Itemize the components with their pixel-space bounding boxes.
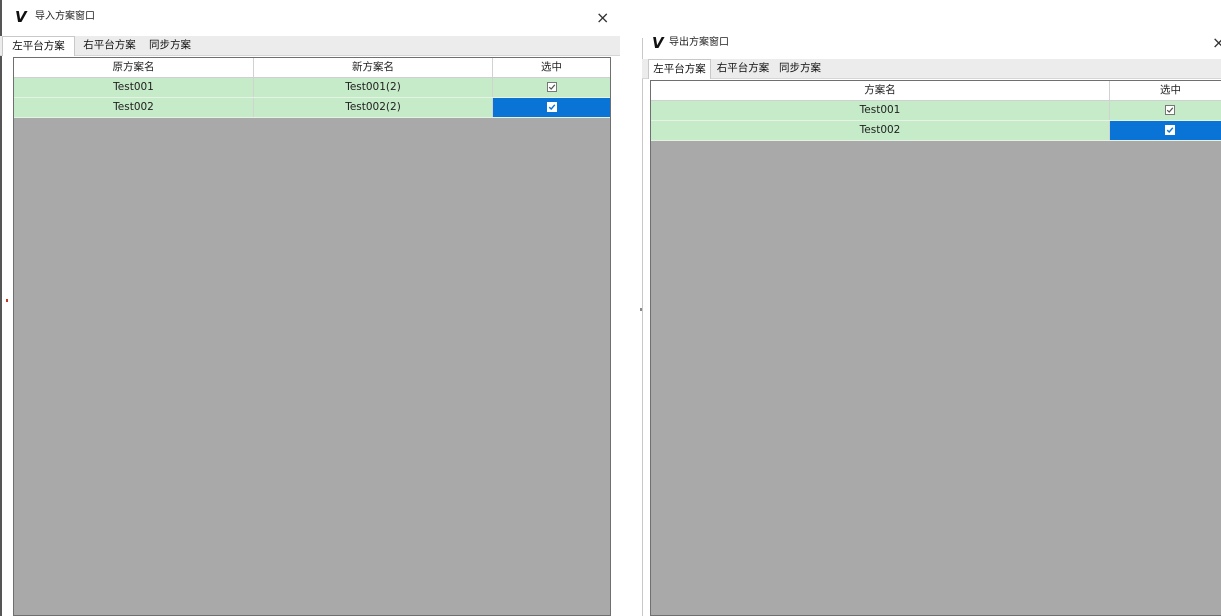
- v-logo-icon: V: [652, 34, 664, 52]
- table-row[interactable]: Test001: [651, 101, 1221, 121]
- column-header-original-name[interactable]: 原方案名: [14, 58, 254, 77]
- import-scheme-table: 原方案名 新方案名 选中 Test001 Test001(2) Test002 …: [13, 57, 611, 616]
- table-row[interactable]: Test001 Test001(2): [14, 78, 610, 98]
- scheme-name-cell[interactable]: Test001: [651, 101, 1110, 120]
- close-icon[interactable]: ×: [596, 10, 609, 26]
- table-row[interactable]: Test002: [651, 121, 1221, 141]
- scheme-name-cell[interactable]: Test002: [651, 121, 1110, 140]
- selected-cell[interactable]: [493, 78, 610, 97]
- tab-right-platform[interactable]: 右平台方案: [713, 59, 773, 78]
- new-name-cell[interactable]: Test002(2): [254, 98, 493, 117]
- checkbox-checked-icon[interactable]: [546, 82, 557, 92]
- v-logo-icon: V: [15, 8, 27, 26]
- close-icon[interactable]: ×: [1212, 35, 1221, 51]
- import-tab-bar: 左平台方案 右平台方案 同步方案: [0, 36, 620, 56]
- export-scheme-window: V 导出方案窗口 × 左平台方案 右平台方案 同步方案 方案名 选中 Test0…: [642, 28, 1221, 616]
- checkbox-checked-icon[interactable]: [1165, 105, 1175, 115]
- column-header-new-name[interactable]: 新方案名: [254, 58, 493, 77]
- import-window-title: 导入方案窗口: [35, 11, 95, 22]
- selected-cell[interactable]: [1110, 101, 1221, 120]
- window-left-edge: [0, 0, 2, 616]
- original-name-cell[interactable]: Test001: [14, 78, 254, 97]
- table-header: 方案名 选中: [651, 81, 1221, 101]
- column-header-selected[interactable]: 选中: [1110, 81, 1221, 100]
- tab-sync[interactable]: 同步方案: [144, 36, 196, 55]
- original-name-cell[interactable]: Test002: [14, 98, 254, 117]
- column-header-selected[interactable]: 选中: [493, 58, 610, 77]
- tab-sync[interactable]: 同步方案: [775, 59, 825, 78]
- edge-marker: [640, 308, 642, 311]
- tab-right-platform[interactable]: 右平台方案: [78, 36, 141, 55]
- edge-marker: [6, 299, 8, 302]
- column-header-scheme-name[interactable]: 方案名: [651, 81, 1110, 100]
- selected-cell[interactable]: [1110, 121, 1221, 140]
- checkbox-checked-icon[interactable]: [1165, 125, 1175, 135]
- import-window-titlebar[interactable]: V 导入方案窗口 ×: [0, 0, 620, 32]
- checkbox-checked-icon[interactable]: [546, 102, 557, 112]
- export-scheme-table: 方案名 选中 Test001 Test002: [650, 80, 1221, 616]
- selected-cell[interactable]: [493, 98, 610, 117]
- export-tab-bar: 左平台方案 右平台方案 同步方案: [642, 59, 1221, 79]
- tab-left-platform[interactable]: 左平台方案: [648, 59, 711, 79]
- tab-left-platform[interactable]: 左平台方案: [2, 36, 75, 56]
- window-left-edge: [642, 38, 643, 616]
- table-header: 原方案名 新方案名 选中: [14, 58, 610, 78]
- table-row[interactable]: Test002 Test002(2): [14, 98, 610, 118]
- export-window-title: 导出方案窗口: [669, 37, 729, 48]
- export-window-titlebar[interactable]: V 导出方案窗口 ×: [642, 28, 1221, 60]
- import-scheme-window: V 导入方案窗口 × 左平台方案 右平台方案 同步方案 原方案名 新方案名 选中…: [0, 0, 620, 616]
- new-name-cell[interactable]: Test001(2): [254, 78, 493, 97]
